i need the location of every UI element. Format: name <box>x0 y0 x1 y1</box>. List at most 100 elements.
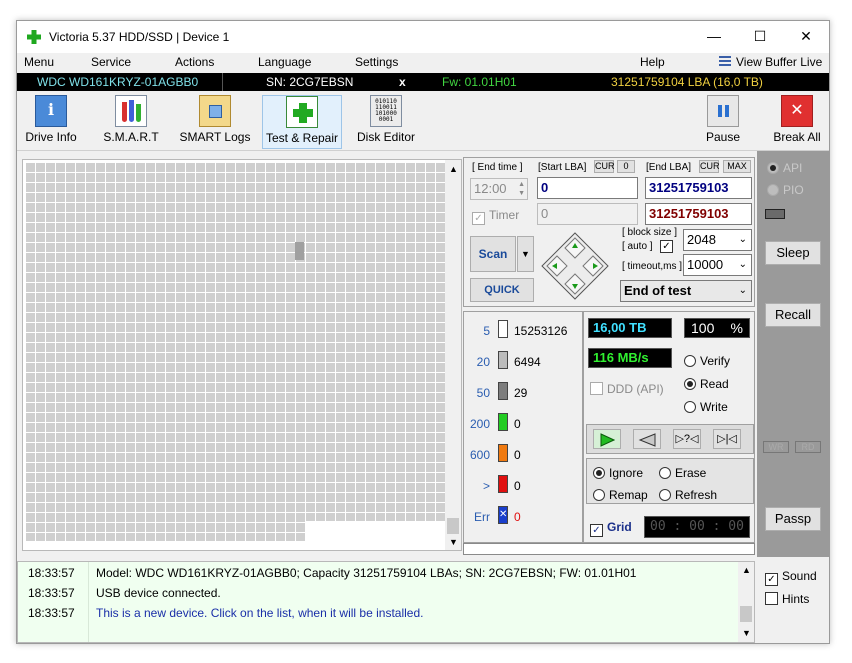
play-icon <box>600 433 616 447</box>
menu-menu[interactable]: Menu <box>24 55 54 69</box>
end-lba-display: 31251759103 <box>645 203 752 225</box>
sound-checkbox[interactable]: ✓ <box>765 573 778 586</box>
menu-language[interactable]: Language <box>258 55 311 69</box>
goto-end-button[interactable]: ▷|◁ <box>713 429 741 449</box>
break-all-label: Break All <box>773 130 821 144</box>
api-label: API <box>783 161 803 175</box>
recall-button[interactable]: Recall <box>765 303 821 327</box>
sound-option[interactable]: ✓ Sound <box>765 569 817 586</box>
remap-option[interactable]: Remap <box>593 488 648 502</box>
play-button[interactable] <box>593 429 621 449</box>
read-label: Read <box>700 377 729 391</box>
maximize-button[interactable]: ☐ <box>737 21 783 53</box>
verify-label: Verify <box>700 354 731 368</box>
legend-row: Err ✕ 0 <box>464 506 582 528</box>
end-time-field[interactable]: 12:00 ▲ ▼ <box>470 178 528 200</box>
timeout-select[interactable]: 10000 ⌄ <box>683 254 752 276</box>
pause-label: Pause <box>705 130 741 144</box>
scan-dropdown-button[interactable]: ▼ <box>517 236 534 272</box>
rewind-button[interactable] <box>633 429 661 449</box>
first-aid-icon <box>286 96 318 128</box>
log-panel: 18:33:57 Model: WDC WD161KRYZ-01AGBB0; C… <box>17 561 755 643</box>
skip-button[interactable]: ▷?◁ <box>673 429 701 449</box>
device-close-x[interactable]: x <box>399 75 406 89</box>
menu-actions[interactable]: Actions <box>175 55 214 69</box>
status-panel: 16,00 TB 100% 116 MB/s DDD (API) Verify … <box>583 311 755 543</box>
start-lba-label: [Start LBA] <box>538 162 587 173</box>
view-buffer-live[interactable]: View Buffer Live <box>719 55 822 69</box>
hints-option[interactable]: Hints <box>765 592 809 606</box>
close-button[interactable]: ✕ <box>783 21 829 53</box>
block-map: ▲ ▼ <box>22 159 462 551</box>
menu-bar: Menu Service Actions Language Settings H… <box>17 53 829 73</box>
erase-option[interactable]: Erase <box>659 466 706 480</box>
break-x-icon: ✕ <box>781 95 813 127</box>
scan-params-panel: [ End time ] [Start LBA] CUR 0 [End LBA]… <box>463 157 755 307</box>
disk-editor-button[interactable]: 010110 110011 101000 0001 Disk Editor <box>353 95 419 149</box>
read-option[interactable]: Read <box>684 377 729 391</box>
app-cross-icon <box>27 30 41 44</box>
timer-value-field[interactable]: 0 <box>537 203 638 225</box>
scan-button[interactable]: Scan <box>470 236 516 272</box>
pause-button[interactable]: Pause <box>701 95 745 149</box>
map-scrollbar[interactable]: ▲ ▼ <box>445 160 461 550</box>
pio-option[interactable]: PIO <box>767 183 804 197</box>
api-option[interactable]: API <box>767 161 802 175</box>
verify-option[interactable]: Verify <box>684 354 730 368</box>
ignore-option[interactable]: Ignore <box>593 466 643 480</box>
end-lba-input[interactable]: 31251759103 <box>645 177 752 199</box>
menu-settings[interactable]: Settings <box>355 55 398 69</box>
start-cur-button[interactable]: CUR <box>594 160 615 173</box>
device-model[interactable]: WDC WD161KRYZ-01AGBB0 <box>37 75 198 89</box>
menu-service[interactable]: Service <box>91 55 131 69</box>
time-spinner-icon[interactable]: ▲ ▼ <box>518 180 525 198</box>
minimize-button[interactable]: — <box>691 21 737 53</box>
write-option[interactable]: Write <box>684 400 728 414</box>
log-entry: 18:33:57 Model: WDC WD161KRYZ-01AGBB0; C… <box>28 566 637 580</box>
grid-checkbox[interactable]: ✓ <box>590 524 603 537</box>
scroll-down-arrow[interactable]: ▼ <box>742 628 751 638</box>
start-zero-button[interactable]: 0 <box>617 160 635 173</box>
hints-checkbox[interactable] <box>765 592 778 605</box>
timer-option[interactable]: ✓ Timer <box>472 208 519 225</box>
progress-bar <box>463 543 755 555</box>
sleep-button[interactable]: Sleep <box>765 241 821 265</box>
direction-pad[interactable] <box>541 232 609 300</box>
info-icon: i <box>35 95 67 127</box>
scroll-up-arrow[interactable]: ▲ <box>449 164 458 174</box>
break-all-button[interactable]: ✕ Break All <box>770 95 824 149</box>
goto-end-icon: ▷|◁ <box>717 433 737 445</box>
smart-label: S.M.A.R.T <box>103 130 159 144</box>
reverse-icon <box>638 433 656 447</box>
hints-label: Hints <box>782 592 810 606</box>
scroll-down-arrow[interactable]: ▼ <box>449 537 458 547</box>
quick-button[interactable]: QUICK <box>470 278 534 302</box>
log-scrollbar[interactable]: ▲ ▼ <box>738 562 754 642</box>
test-repair-button[interactable]: Test & Repair <box>262 95 342 149</box>
start-lba-input[interactable]: 0 <box>537 177 638 199</box>
end-cur-button[interactable]: CUR <box>699 160 720 173</box>
smart-button[interactable]: S.M.A.R.T <box>97 95 165 149</box>
end-max-button[interactable]: MAX <box>723 160 751 173</box>
timer-checkbox[interactable]: ✓ <box>472 212 485 225</box>
ddd-api-option[interactable]: DDD (API) <box>590 382 664 396</box>
timing-legend: 5 15253126 20 6494 50 29 200 0 600 0 > 0 <box>463 311 583 543</box>
grid-option[interactable]: ✓ Grid <box>590 520 632 537</box>
smart-logs-button[interactable]: SMART Logs <box>177 95 253 149</box>
refresh-option[interactable]: Refresh <box>659 488 717 502</box>
end-action-value: End of test <box>624 283 692 298</box>
scroll-up-arrow[interactable]: ▲ <box>742 565 751 575</box>
skip-unknown-icon: ▷?◁ <box>675 433 699 445</box>
timeout-value: 10000 <box>687 257 724 272</box>
end-action-select[interactable]: End of test ⌄ <box>620 280 752 302</box>
disk-editor-label: Disk Editor <box>356 130 415 144</box>
block-size-select[interactable]: 2048 ⌄ <box>683 229 752 251</box>
menu-help[interactable]: Help <box>640 55 665 69</box>
drive-info-button[interactable]: i Drive Info <box>21 95 81 149</box>
auto-checkbox[interactable]: ✓ <box>660 240 673 253</box>
scroll-thumb[interactable] <box>740 606 752 622</box>
passp-button[interactable]: Passp <box>765 507 821 531</box>
device-serial: SN: 2CG7EBSN <box>266 75 354 89</box>
block-grid <box>25 162 445 550</box>
scroll-thumb[interactable] <box>447 518 459 534</box>
